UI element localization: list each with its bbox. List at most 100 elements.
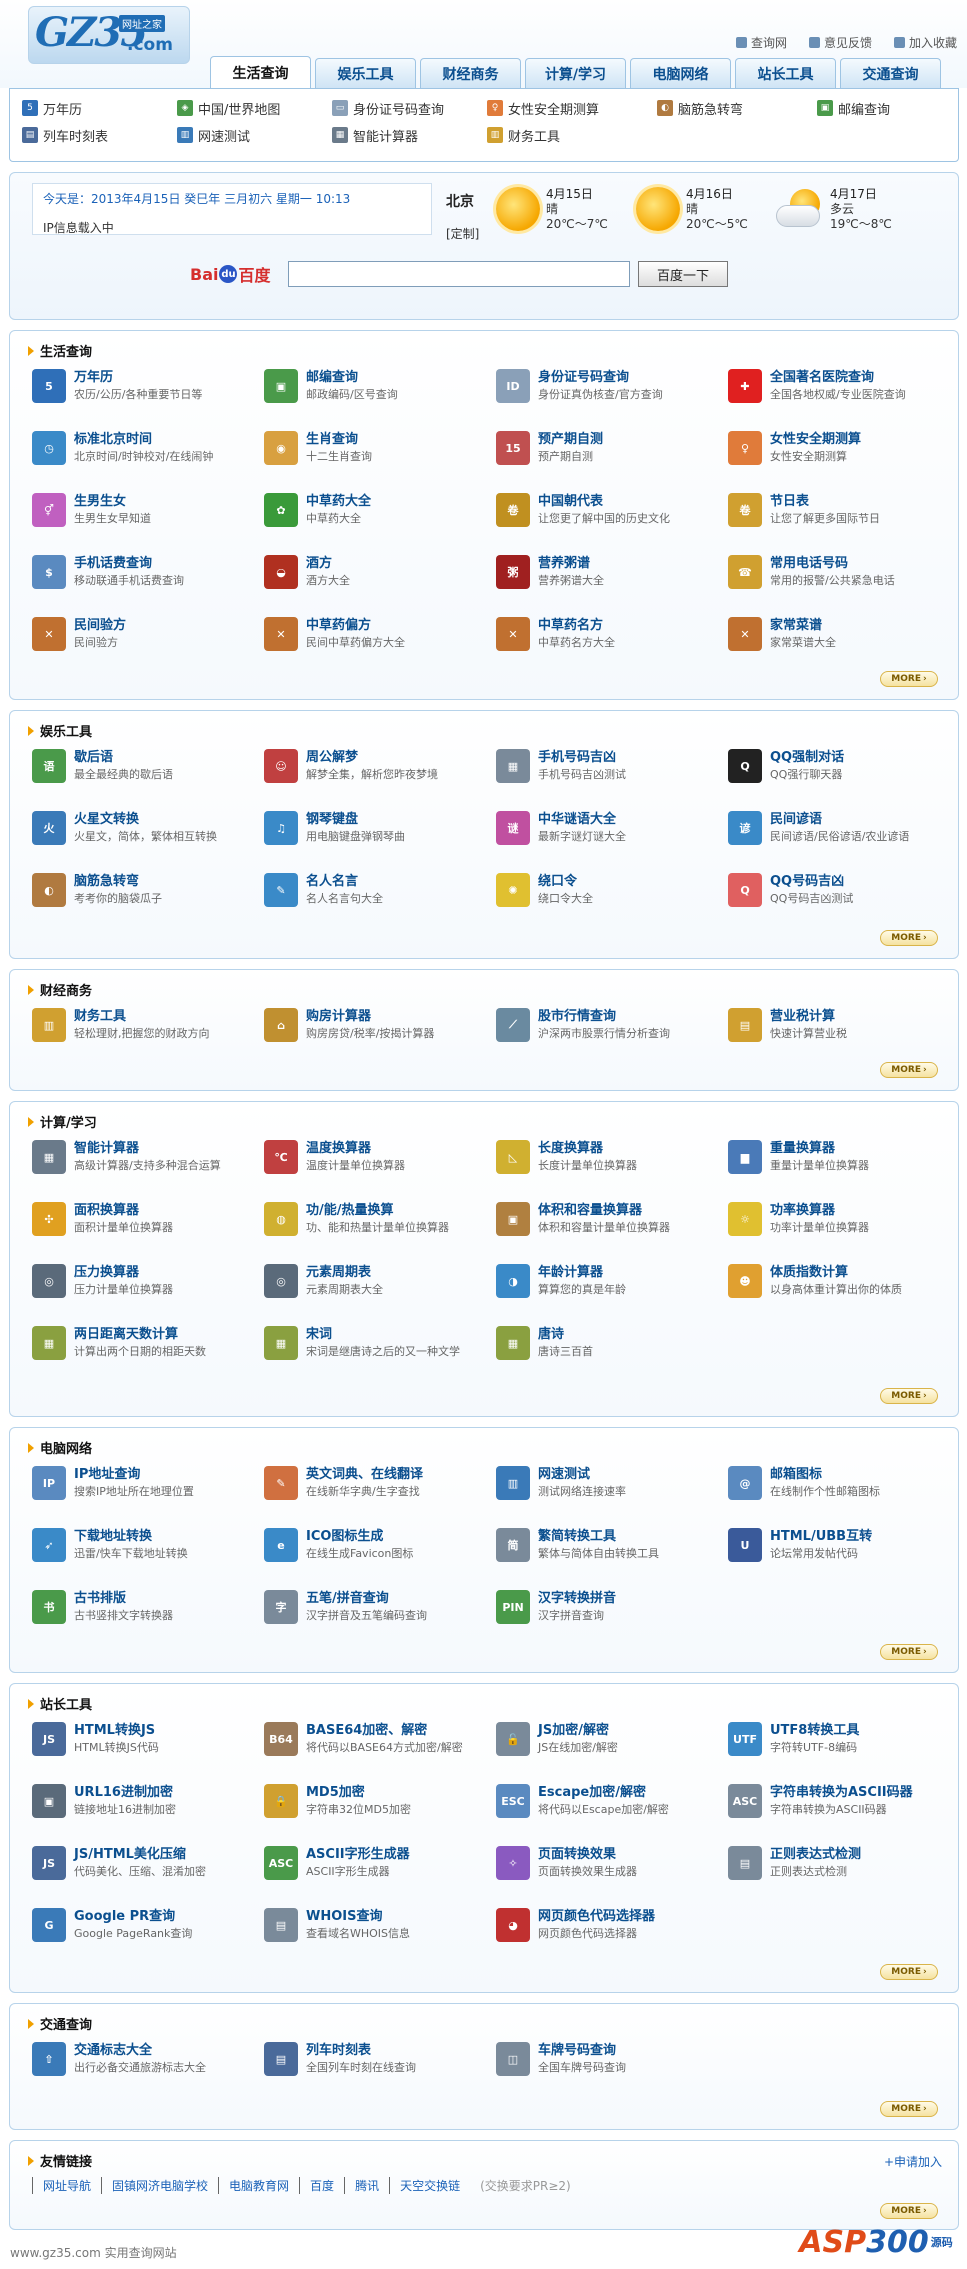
tool-title[interactable]: UTF8转换工具 bbox=[770, 1722, 859, 1739]
more-button[interactable]: MORE › bbox=[880, 1062, 938, 1078]
tool-title[interactable]: 万年历 bbox=[74, 369, 202, 386]
tool-title[interactable]: 民间验方 bbox=[74, 617, 126, 634]
tool-item[interactable]: ⌂ 购房计算器 购房房贷/税率/按揭计算器 bbox=[264, 1008, 496, 1052]
search-button[interactable]: 百度一下 bbox=[638, 261, 728, 287]
tool-item[interactable]: 字五笔/拼音查询 汉字拼音及五笔编码查询 bbox=[264, 1590, 496, 1634]
tool-item[interactable]: ◷ 标准北京时间 北京时间/时钟校对/在线闹钟 bbox=[32, 431, 264, 475]
tool-item[interactable]: ⇧ 交通标志大全 出行必备交通旅游标志大全 bbox=[32, 2042, 264, 2086]
friend-link[interactable]: 腾讯 bbox=[344, 2177, 389, 2194]
tool-title[interactable]: 营养粥谱 bbox=[538, 555, 604, 572]
tool-title[interactable]: 正则表达式检测 bbox=[770, 1846, 861, 1863]
tool-item[interactable]: 卷节日表 让您了解更多国际节日 bbox=[728, 493, 960, 537]
tool-title[interactable]: 歇后语 bbox=[74, 749, 173, 766]
tool-item[interactable]: ▣ 体积和容量换算器 体积和容量计量单位换算器 bbox=[496, 1202, 728, 1246]
more-button[interactable]: MORE › bbox=[880, 1644, 938, 1660]
more-button[interactable]: MORE › bbox=[880, 2101, 938, 2117]
subnav-item[interactable]: ▥ 网速测试 bbox=[177, 126, 332, 145]
subnav-item[interactable]: ▦ 智能计算器 bbox=[332, 126, 487, 145]
tool-item[interactable]: 🔓 JS加密/解密 JS在线加密/解密 bbox=[496, 1722, 728, 1766]
tool-item[interactable]: ◑ 年龄计算器 算算您的真是年龄 bbox=[496, 1264, 728, 1308]
tool-item[interactable]: ✧ 页面转换效果 页面转换效果生成器 bbox=[496, 1846, 728, 1890]
tool-item[interactable]: ▦ 智能计算器 高级计算器/支持多种混合运算 bbox=[32, 1140, 264, 1184]
tool-item[interactable]: 简繁简转换工具 繁体与简体自由转换工具 bbox=[496, 1528, 728, 1572]
tool-item[interactable]: PIN 汉字转换拼音 汉字拼音查询 bbox=[496, 1590, 728, 1634]
tool-title[interactable]: 脑筋急转弯 bbox=[74, 873, 162, 890]
tool-item[interactable]: UTF UTF8转换工具 字符转UTF-8编码 bbox=[728, 1722, 960, 1766]
tool-item[interactable]: ▣ URL16进制加密 链接地址16进制加密 bbox=[32, 1784, 264, 1828]
tool-item[interactable]: ◎ 压力换算器 压力计量单位换算器 bbox=[32, 1264, 264, 1308]
tool-item[interactable]: Q QQ号码吉凶 QQ号码吉凶测试 bbox=[728, 873, 960, 917]
tool-item[interactable]: ✕ 民间验方 民间验方 bbox=[32, 617, 264, 661]
tool-item[interactable]: 卷中国朝代表 让您更了解中国的历史文化 bbox=[496, 493, 728, 537]
tool-title[interactable]: 宋词 bbox=[306, 1326, 460, 1343]
tool-item[interactable]: ▦ 两日距离天数计算 计算出两个日期的相距天数 bbox=[32, 1326, 264, 1370]
tool-title[interactable]: 古书排版 bbox=[74, 1590, 173, 1607]
apply-link[interactable]: +申请加入 bbox=[884, 2153, 942, 2170]
tool-title[interactable]: 绕口令 bbox=[538, 873, 593, 890]
tool-title[interactable]: 体质指数计算 bbox=[770, 1264, 902, 1281]
tool-title[interactable]: 营业税计算 bbox=[770, 1008, 847, 1025]
tool-title[interactable]: 钢琴键盘 bbox=[306, 811, 405, 828]
tool-title[interactable]: QQ强制对话 bbox=[770, 749, 844, 766]
tool-item[interactable]: ✕ 中草药偏方 民间中草药偏方大全 bbox=[264, 617, 496, 661]
tool-item[interactable]: ◕ 网页颜色代码选择器 网页颜色代码选择器 bbox=[496, 1908, 728, 1952]
friend-link[interactable]: 百度 bbox=[299, 2177, 344, 2194]
tool-title[interactable]: 节日表 bbox=[770, 493, 880, 510]
tool-title[interactable]: 功率换算器 bbox=[770, 1202, 869, 1219]
tool-title[interactable]: 名人名言 bbox=[306, 873, 383, 890]
tool-item[interactable]: ✎ 名人名言 名人名言句大全 bbox=[264, 873, 496, 917]
tool-item[interactable]: ▆ 重量换算器 重量计量单位换算器 bbox=[728, 1140, 960, 1184]
top-link[interactable]: 查询网 bbox=[735, 34, 787, 51]
tab-1[interactable]: 娱乐工具 bbox=[315, 58, 416, 88]
tool-title[interactable]: 股市行情查询 bbox=[538, 1008, 670, 1025]
tool-item[interactable]: IP IP地址查询 搜索IP地址所在地理位置 bbox=[32, 1466, 264, 1510]
tool-item[interactable]: ▥ 财务工具 轻松理财,把握您的财政方向 bbox=[32, 1008, 264, 1052]
tool-item[interactable]: ✚ 全国著名医院查询 全国各地权威/专业医院查询 bbox=[728, 369, 960, 413]
tool-title[interactable]: 中草药大全 bbox=[306, 493, 371, 510]
tool-item[interactable]: ➶ 下载地址转换 迅雷/快车下载地址转换 bbox=[32, 1528, 264, 1572]
tool-item[interactable]: ☻ 体质指数计算 以身高体重计算出你的体质 bbox=[728, 1264, 960, 1308]
tool-item[interactable]: ☎ 常用电话号码 常用的报警/公共紧急电话 bbox=[728, 555, 960, 599]
tool-title[interactable]: QQ号码吉凶 bbox=[770, 873, 853, 890]
tool-title[interactable]: 生男生女 bbox=[74, 493, 151, 510]
tab-2[interactable]: 财经商务 bbox=[420, 58, 521, 88]
tool-item[interactable]: 🔒 MD5加密 字符串32位MD5加密 bbox=[264, 1784, 496, 1828]
tool-title[interactable]: WHOIS查询 bbox=[306, 1908, 410, 1925]
tool-title[interactable]: IP地址查询 bbox=[74, 1466, 194, 1483]
customize-link[interactable]: [定制] bbox=[446, 225, 479, 242]
friend-link[interactable]: 电脑教育网 bbox=[218, 2177, 299, 2194]
tool-title[interactable]: 网速测试 bbox=[538, 1466, 626, 1483]
tool-title[interactable]: 年龄计算器 bbox=[538, 1264, 626, 1281]
friend-link[interactable]: 固镇网济电脑学校 bbox=[101, 2177, 218, 2194]
tool-item[interactable]: 语歇后语 最全最经典的歇后语 bbox=[32, 749, 264, 793]
tool-item[interactable]: ✿ 中草药大全 中草药大全 bbox=[264, 493, 496, 537]
tool-item[interactable]: JS JS/HTML美化压缩 代码美化、压缩、混淆加密 bbox=[32, 1846, 264, 1890]
tool-item[interactable]: ♫ 钢琴键盘 用电脑键盘弹钢琴曲 bbox=[264, 811, 496, 855]
tool-item[interactable]: 书古书排版 古书竖排文字转换器 bbox=[32, 1590, 264, 1634]
tool-title[interactable]: 体积和容量换算器 bbox=[538, 1202, 670, 1219]
tool-title[interactable]: JS加密/解密 bbox=[538, 1722, 618, 1739]
tool-item[interactable]: ASC ASCII字形生成器 ASCII字形生成器 bbox=[264, 1846, 496, 1890]
top-link[interactable]: 意见反馈 bbox=[808, 34, 872, 51]
more-button[interactable]: MORE › bbox=[880, 1388, 938, 1404]
tool-item[interactable]: ⟋ 股市行情查询 沪深两市股票行情分析查询 bbox=[496, 1008, 728, 1052]
tool-item[interactable]: 15 预产期自测 预产期自测 bbox=[496, 431, 728, 475]
tool-title[interactable]: 压力换算器 bbox=[74, 1264, 173, 1281]
more-button[interactable]: MORE › bbox=[880, 671, 938, 687]
tool-title[interactable]: 手机话费查询 bbox=[74, 555, 184, 572]
tool-item[interactable]: G Google PR查询 Google PageRank查询 bbox=[32, 1908, 264, 1952]
tool-item[interactable]: ▤ 列车时刻表 全国列车时刻在线查询 bbox=[264, 2042, 496, 2086]
tool-title[interactable]: 邮箱图标 bbox=[770, 1466, 880, 1483]
tool-title[interactable]: 网页颜色代码选择器 bbox=[538, 1908, 655, 1925]
friend-link[interactable]: 天空交换链 bbox=[389, 2177, 470, 2194]
tool-title[interactable]: 繁简转换工具 bbox=[538, 1528, 659, 1545]
tool-item[interactable]: ◐ 脑筋急转弯 考考你的脑袋瓜子 bbox=[32, 873, 264, 917]
subnav-item[interactable]: ▤ 列车时刻表 bbox=[22, 126, 177, 145]
tool-title[interactable]: 身份证号码查询 bbox=[538, 369, 663, 386]
tool-item[interactable]: ◍ 功/能/热量换算 功、能和热量计量单位换算器 bbox=[264, 1202, 496, 1246]
tool-title[interactable]: 邮编查询 bbox=[306, 369, 398, 386]
tool-item[interactable]: ▤ 营业税计算 快速计算营业税 bbox=[728, 1008, 960, 1052]
friend-link[interactable]: 网址导航 bbox=[32, 2177, 101, 2194]
tool-title[interactable]: URL16进制加密 bbox=[74, 1784, 176, 1801]
tool-title[interactable]: 重量换算器 bbox=[770, 1140, 869, 1157]
